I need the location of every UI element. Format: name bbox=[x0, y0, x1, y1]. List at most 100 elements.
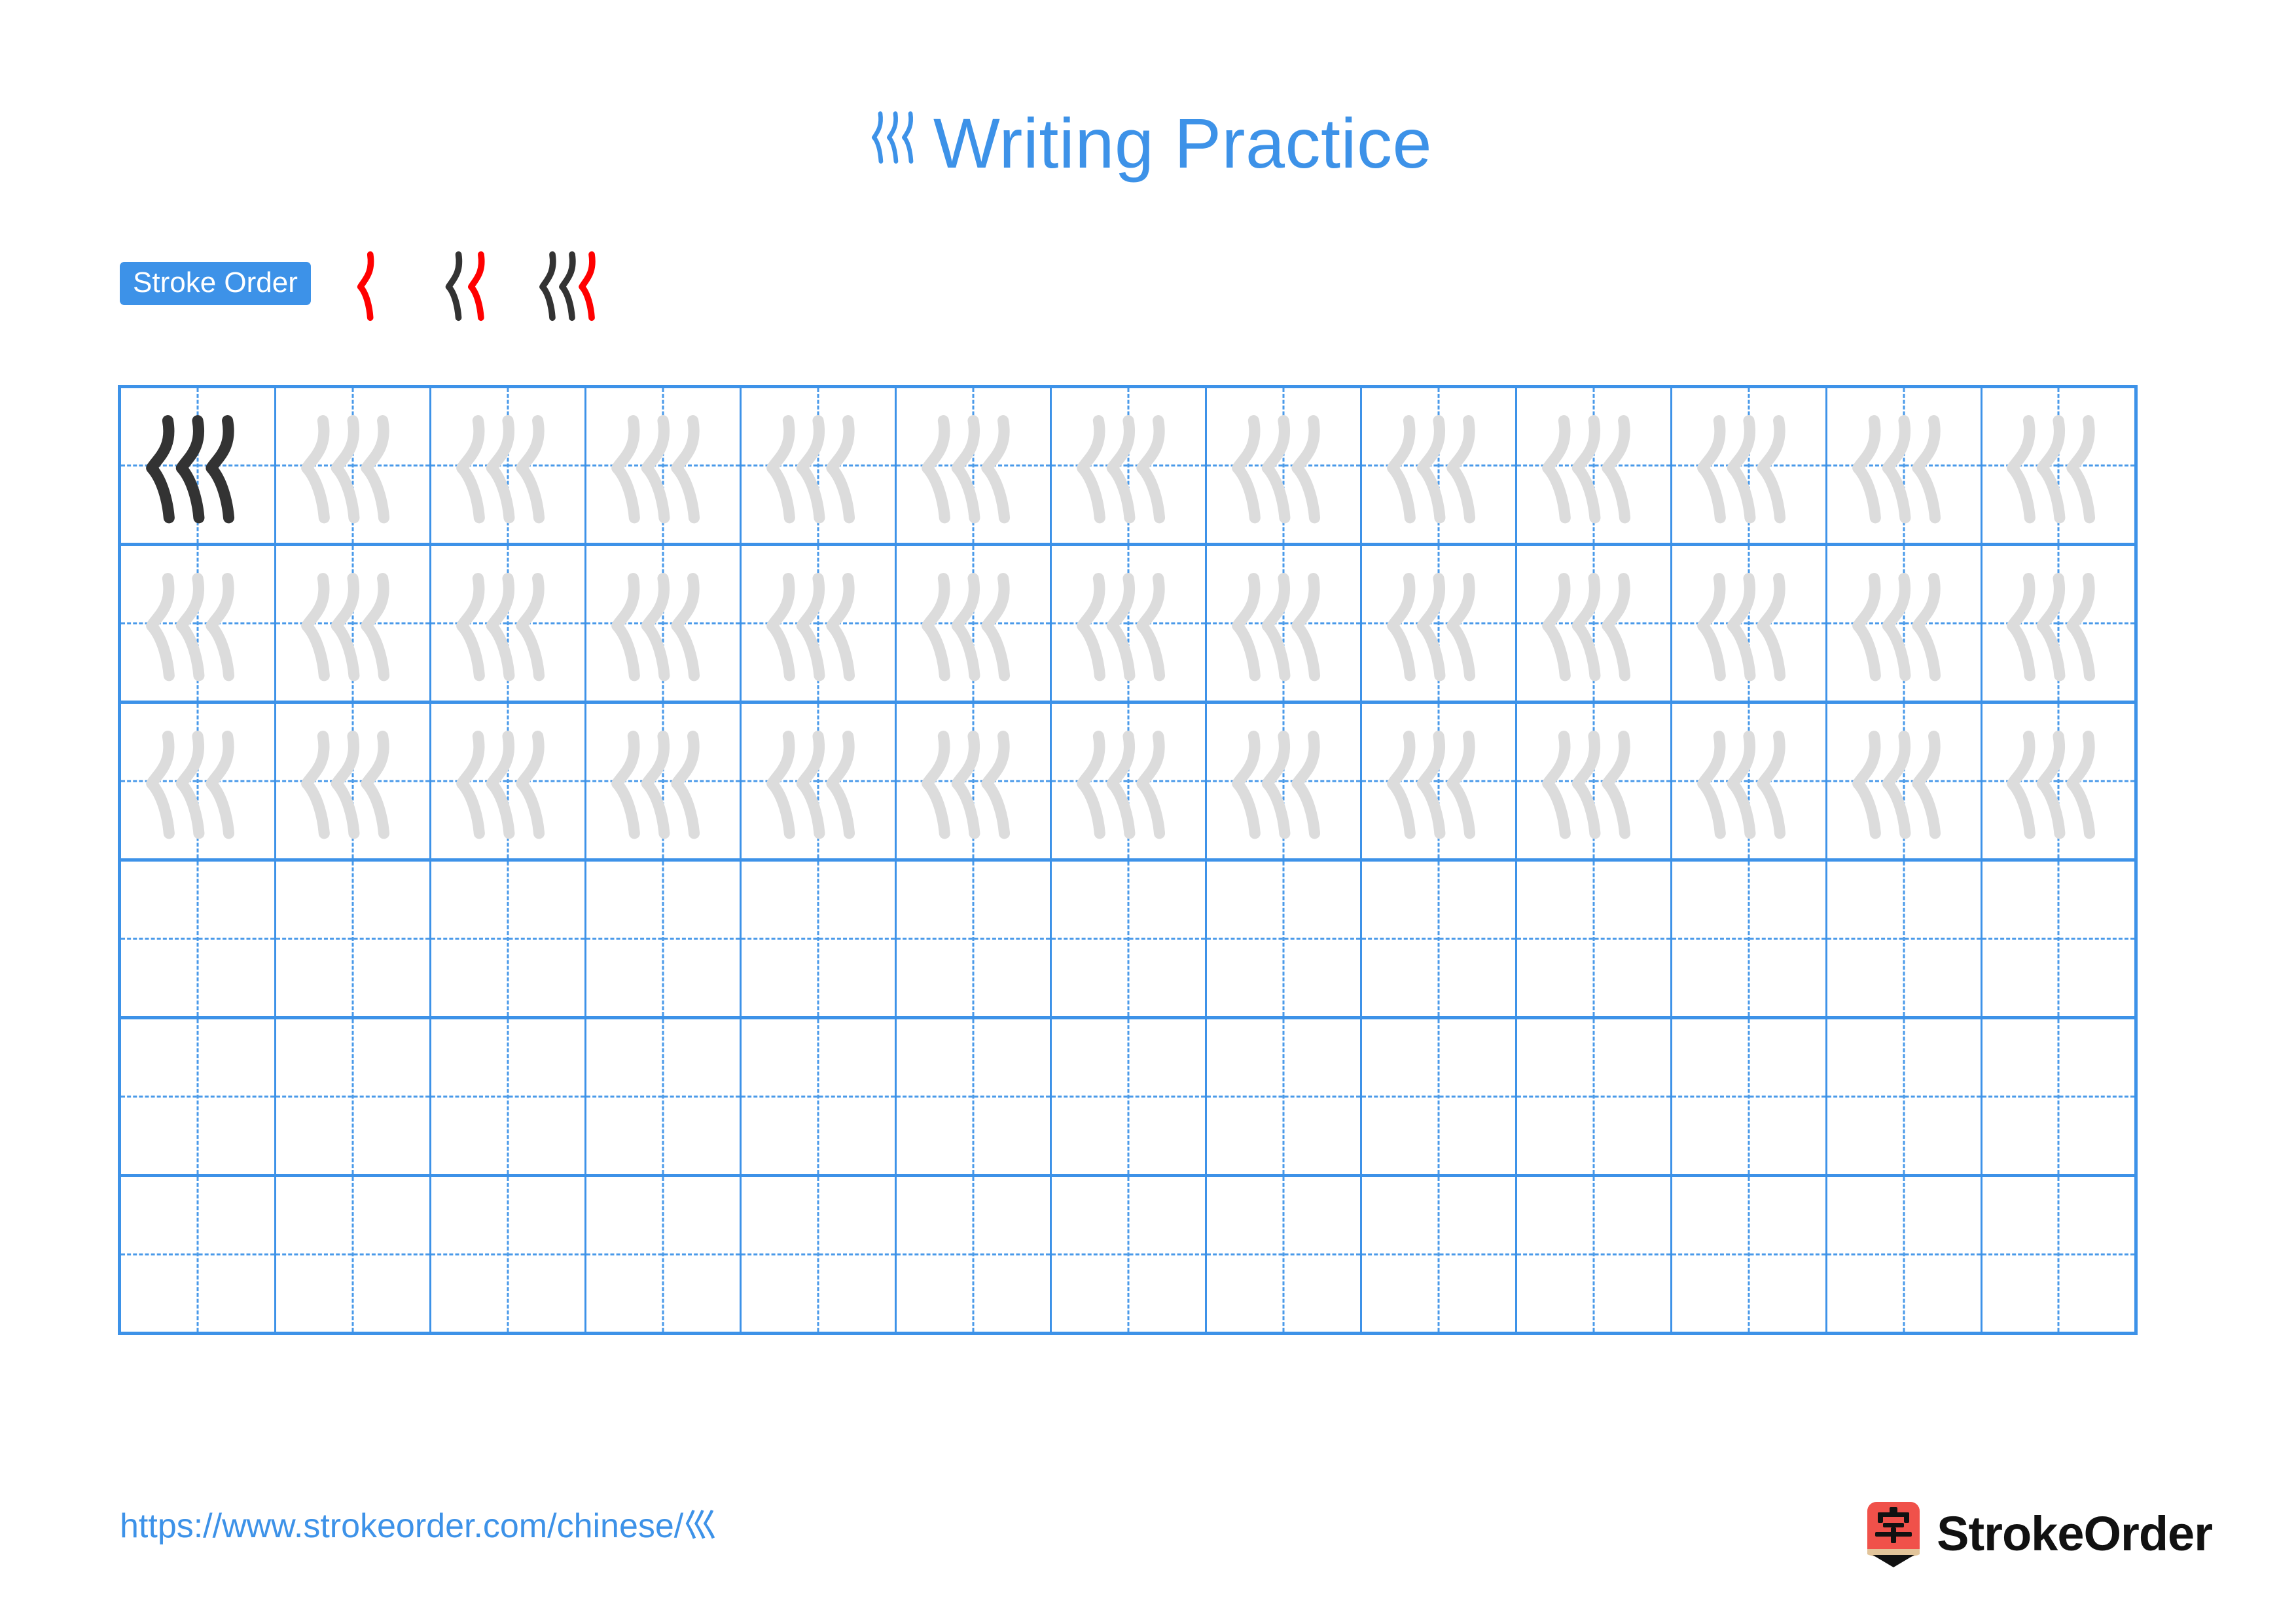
practice-cell[interactable] bbox=[1207, 1019, 1362, 1174]
practice-cell[interactable] bbox=[1052, 862, 1207, 1016]
practice-cell[interactable] bbox=[742, 1177, 897, 1332]
character-glyph bbox=[1387, 573, 1476, 682]
practice-cell[interactable] bbox=[1672, 1177, 1827, 1332]
guide-hline bbox=[742, 1095, 895, 1098]
practice-cell[interactable] bbox=[1672, 388, 1827, 543]
practice-cell[interactable] bbox=[1052, 1177, 1207, 1332]
practice-cell[interactable] bbox=[1827, 546, 1982, 701]
practice-cell[interactable] bbox=[1982, 1019, 2138, 1174]
practice-cell[interactable] bbox=[897, 1019, 1052, 1174]
practice-cell[interactable] bbox=[1517, 862, 1672, 1016]
practice-cell[interactable] bbox=[742, 388, 897, 543]
practice-cell[interactable] bbox=[1517, 1019, 1672, 1174]
practice-cell[interactable] bbox=[1672, 862, 1827, 1016]
practice-cell[interactable] bbox=[1982, 704, 2138, 858]
practice-cell[interactable] bbox=[742, 546, 897, 701]
practice-cell[interactable] bbox=[1672, 704, 1827, 858]
practice-cell[interactable] bbox=[742, 1019, 897, 1174]
page-title-text: Writing Practice bbox=[933, 103, 1433, 183]
practice-cell[interactable] bbox=[121, 1177, 276, 1332]
practice-cell[interactable] bbox=[897, 1177, 1052, 1332]
practice-cell[interactable] bbox=[1052, 546, 1207, 701]
guide-vline bbox=[1282, 1019, 1285, 1174]
practice-cell[interactable] bbox=[742, 704, 897, 858]
guide-hline bbox=[431, 938, 584, 940]
practice-cell[interactable] bbox=[742, 862, 897, 1016]
practice-cell[interactable] bbox=[1982, 1177, 2138, 1332]
guide-vline bbox=[1437, 1019, 1440, 1174]
guide-vline bbox=[1903, 1019, 1905, 1174]
practice-cell[interactable] bbox=[586, 546, 742, 701]
practice-cell[interactable] bbox=[276, 546, 431, 701]
practice-cell[interactable] bbox=[121, 704, 276, 858]
practice-cell[interactable] bbox=[431, 862, 586, 1016]
practice-cell[interactable] bbox=[1362, 704, 1517, 858]
practice-cell[interactable] bbox=[1517, 546, 1672, 701]
guide-vline bbox=[1282, 1177, 1285, 1332]
practice-cell[interactable] bbox=[1207, 862, 1362, 1016]
practice-cell[interactable] bbox=[1827, 388, 1982, 543]
practice-cell[interactable] bbox=[121, 1019, 276, 1174]
practice-cell[interactable] bbox=[1982, 388, 2138, 543]
practice-cell[interactable] bbox=[1672, 546, 1827, 701]
practice-cell[interactable] bbox=[586, 1019, 742, 1174]
practice-cell[interactable] bbox=[1207, 704, 1362, 858]
practice-cell[interactable] bbox=[586, 1177, 742, 1332]
guide-vline bbox=[351, 1019, 354, 1174]
practice-cell[interactable] bbox=[586, 388, 742, 543]
practice-cell[interactable] bbox=[121, 546, 276, 701]
practice-cell[interactable] bbox=[1052, 704, 1207, 858]
practice-cell[interactable] bbox=[276, 704, 431, 858]
guide-hline bbox=[1517, 1253, 1670, 1256]
practice-cell[interactable] bbox=[431, 1177, 586, 1332]
practice-cell[interactable] bbox=[121, 862, 276, 1016]
practice-cell[interactable] bbox=[276, 388, 431, 543]
guide-vline bbox=[2057, 1177, 2060, 1332]
practice-cell[interactable] bbox=[586, 862, 742, 1016]
practice-cell[interactable] bbox=[1827, 1177, 1982, 1332]
practice-cell[interactable] bbox=[1827, 1019, 1982, 1174]
practice-cell[interactable] bbox=[1207, 1177, 1362, 1332]
character-glyph bbox=[1852, 573, 1941, 682]
practice-cell[interactable] bbox=[1362, 546, 1517, 701]
practice-cell[interactable] bbox=[1052, 1019, 1207, 1174]
practice-cell[interactable] bbox=[586, 704, 742, 858]
practice-cell[interactable] bbox=[431, 546, 586, 701]
guide-hline bbox=[586, 1095, 740, 1098]
practice-cell[interactable] bbox=[431, 388, 586, 543]
practice-cell[interactable] bbox=[1672, 1019, 1827, 1174]
practice-cell[interactable] bbox=[1517, 704, 1672, 858]
practice-cell[interactable] bbox=[1982, 546, 2138, 701]
practice-cell[interactable] bbox=[431, 1019, 586, 1174]
practice-cell[interactable] bbox=[897, 704, 1052, 858]
source-url-link[interactable]: https://www.strokeorder.com/chinese/巛 bbox=[120, 1506, 717, 1546]
worksheet-page: Writing Practice Stroke Order https://ww… bbox=[0, 0, 2296, 1623]
practice-cell[interactable] bbox=[1827, 704, 1982, 858]
practice-cell[interactable] bbox=[431, 704, 586, 858]
practice-cell[interactable] bbox=[1052, 388, 1207, 543]
practice-cell[interactable] bbox=[1827, 862, 1982, 1016]
practice-cell[interactable] bbox=[276, 1019, 431, 1174]
practice-cell[interactable] bbox=[276, 862, 431, 1016]
practice-cell[interactable] bbox=[1362, 388, 1517, 543]
guide-hline bbox=[1827, 1095, 1981, 1098]
practice-cell[interactable] bbox=[1362, 1177, 1517, 1332]
guide-hline bbox=[586, 1253, 740, 1256]
practice-cell[interactable] bbox=[1207, 388, 1362, 543]
practice-cell[interactable] bbox=[1517, 1177, 1672, 1332]
practice-cell[interactable] bbox=[1982, 862, 2138, 1016]
practice-cell[interactable] bbox=[276, 1177, 431, 1332]
guide-vline bbox=[662, 1019, 664, 1174]
practice-cell[interactable] bbox=[897, 862, 1052, 1016]
guide-hline bbox=[586, 938, 740, 940]
character-glyph bbox=[922, 731, 1011, 839]
guide-vline bbox=[2057, 1019, 2060, 1174]
practice-cell[interactable] bbox=[1207, 546, 1362, 701]
practice-cell[interactable] bbox=[897, 546, 1052, 701]
character-glyph bbox=[1542, 415, 1631, 524]
practice-cell[interactable] bbox=[1362, 1019, 1517, 1174]
practice-cell[interactable] bbox=[1517, 388, 1672, 543]
practice-cell[interactable] bbox=[897, 388, 1052, 543]
practice-cell[interactable] bbox=[121, 388, 276, 543]
practice-cell[interactable] bbox=[1362, 862, 1517, 1016]
